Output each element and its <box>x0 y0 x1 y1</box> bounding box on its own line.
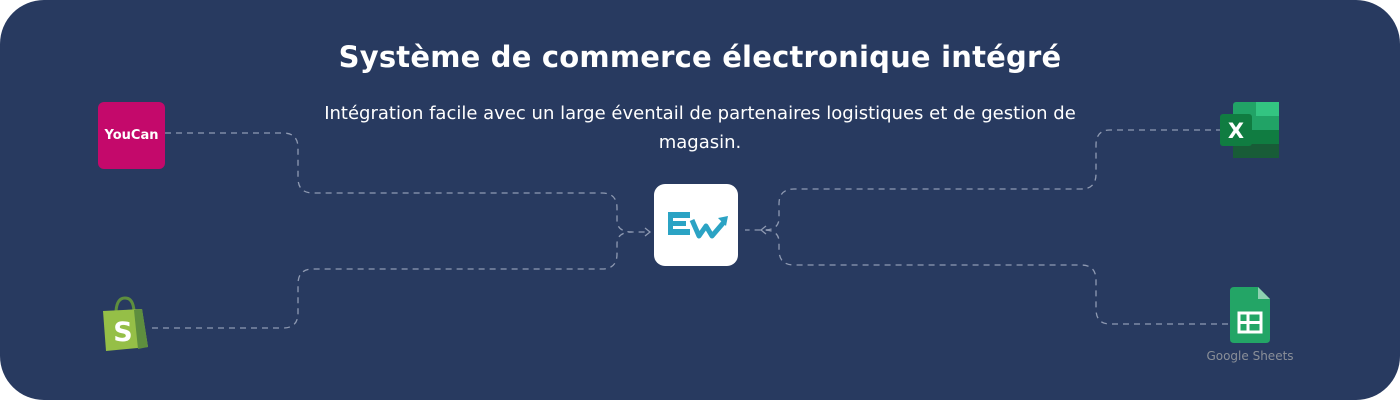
shopify-bag-icon: S <box>103 296 148 351</box>
shopify-letter: S <box>113 317 132 348</box>
connector-shopify <box>152 231 633 329</box>
connector-sheets <box>763 229 1228 325</box>
page-subtitle: Intégration facile avec un large éventai… <box>324 103 1076 153</box>
arrow-left-icon <box>644 227 652 237</box>
youcan-label: YouCan <box>104 128 159 143</box>
page-title: Système de commerce électronique intégré <box>338 40 1062 74</box>
excel-icon: X <box>1220 102 1279 158</box>
arrow-right-icon <box>759 225 767 235</box>
excel-letter: X <box>1228 119 1244 143</box>
google-sheets-label: Google Sheets <box>1206 349 1294 363</box>
youcan-logo: YouCan <box>98 102 165 169</box>
ew-logo <box>668 212 728 239</box>
hub-card <box>654 184 738 266</box>
integration-panel: Système de commerce électronique intégré… <box>0 0 1400 400</box>
google-sheets-icon <box>1230 287 1270 343</box>
